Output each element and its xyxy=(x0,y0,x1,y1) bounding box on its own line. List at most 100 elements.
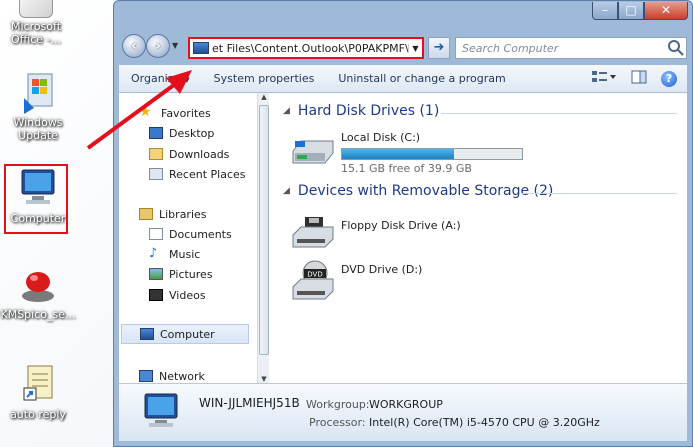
uninstall-program-button[interactable]: Uninstall or change a program xyxy=(326,72,517,85)
group-title: Devices with Removable Storage (2) xyxy=(297,183,554,199)
group-header-hard-disks[interactable]: ◢ Hard Disk Drives (1) xyxy=(283,103,439,119)
nav-label: Network xyxy=(159,369,205,383)
back-button[interactable]: ‹ xyxy=(122,34,146,58)
collapse-triangle-icon[interactable]: ◢ xyxy=(283,186,290,196)
desktop-icon-label: Office -... xyxy=(10,33,62,46)
workgroup-label: Workgroup: xyxy=(306,398,370,411)
go-arrow-icon: ➜ xyxy=(433,40,445,55)
title-bar[interactable]: – □ ✕ xyxy=(114,1,692,29)
content-pane: ◢ Hard Disk Drives (1) Local Disk (C:) 1… xyxy=(271,93,687,383)
nav-label: Recent Places xyxy=(169,167,246,181)
floppy-drive-icon xyxy=(291,215,335,249)
dvd-drive-icon: DVD xyxy=(291,259,335,300)
desktop-icon-auto-reply[interactable]: auto reply xyxy=(0,362,80,421)
nav-item-libraries[interactable]: Libraries xyxy=(139,204,207,224)
nav-label: Downloads xyxy=(169,147,230,161)
computer-explorer-window: – □ ✕ ‹ › ▼ et Files\Content.Outlook\P0P… xyxy=(113,0,693,447)
nav-item-videos[interactable]: Videos xyxy=(149,285,206,305)
nav-item-recent-places[interactable]: Recent Places xyxy=(149,164,246,184)
desktop-icon-label: auto reply xyxy=(10,408,66,421)
windows-update-icon xyxy=(16,70,60,114)
search-icon[interactable] xyxy=(666,38,686,58)
desktop-icon-microsoft-office[interactable]: Microsoft Office -... xyxy=(0,0,78,46)
go-button[interactable]: ➜ xyxy=(428,37,450,59)
address-path[interactable]: et Files\Content.Outlook\P0PAKPMF\ xyxy=(212,42,408,55)
drive-floppy[interactable]: Floppy Disk Drive (A:) xyxy=(291,215,461,249)
drive-dvd[interactable]: DVD DVD Drive (D:) xyxy=(291,259,423,300)
forward-arrow-icon: › xyxy=(155,38,161,54)
desktop-icon-label: Windows xyxy=(13,116,63,129)
nav-label: Videos xyxy=(169,288,206,302)
document-shortcut-icon xyxy=(16,362,60,406)
search-box[interactable]: Search Computer xyxy=(455,37,687,59)
change-view-icon[interactable] xyxy=(591,70,617,87)
navigation-row: ‹ › ▼ et Files\Content.Outlook\P0PAKPMF\… xyxy=(120,31,687,61)
hard-drive-icon xyxy=(291,137,335,171)
nav-item-computer[interactable]: Computer xyxy=(121,324,249,344)
workgroup-value: WORKGROUP xyxy=(369,398,443,411)
group-divider xyxy=(521,193,677,194)
desktop-folder-icon xyxy=(149,127,163,139)
maximize-button[interactable]: □ xyxy=(618,2,644,20)
group-title: Hard Disk Drives (1) xyxy=(297,103,440,119)
navigation-scrollbar[interactable]: ▲ ▼ xyxy=(257,93,269,383)
recent-pages-dropdown[interactable]: ▼ xyxy=(172,41,178,50)
nav-label: Documents xyxy=(169,227,232,241)
drive-name: Floppy Disk Drive (A:) xyxy=(341,219,461,232)
desktop-icon-label: Update xyxy=(18,129,58,142)
group-divider xyxy=(441,113,677,114)
drive-local-disk[interactable]: Local Disk (C:) 15.1 GB free of 39.9 GB xyxy=(291,127,523,175)
nav-label: Computer xyxy=(160,327,215,341)
scroll-down-icon[interactable]: ▼ xyxy=(259,375,269,383)
dvd-disc-label: DVD xyxy=(307,271,322,279)
nav-label: Music xyxy=(169,247,201,261)
drive-name: Local Disk (C:) xyxy=(341,131,421,144)
nav-item-documents[interactable]: Documents xyxy=(149,224,232,244)
address-dropdown-icon[interactable]: ▼ xyxy=(408,43,422,53)
nav-item-pictures[interactable]: Pictures xyxy=(149,264,213,284)
organize-menu[interactable]: Organize ▼ xyxy=(119,72,202,85)
group-header-removable[interactable]: ◢ Devices with Removable Storage (2) xyxy=(283,183,553,199)
navigation-pane: ★ Favorites Desktop Downloads Recent Pla… xyxy=(119,93,269,383)
minimize-button[interactable]: – xyxy=(592,2,618,20)
processor-value: Intel(R) Core(TM) i5-4570 CPU @ 3.20GHz xyxy=(369,416,600,429)
computer-icon xyxy=(140,328,154,340)
computer-name: WIN-JJLMIEHJ51B xyxy=(199,396,300,410)
kmspico-icon xyxy=(16,262,60,306)
scroll-thumb[interactable] xyxy=(259,105,269,355)
highlight-box-computer xyxy=(4,164,68,234)
address-bar[interactable]: et Files\Content.Outlook\P0PAKPMF\ ▼ xyxy=(188,37,424,59)
preview-pane-icon[interactable] xyxy=(631,70,647,87)
main-panes: ★ Favorites Desktop Downloads Recent Pla… xyxy=(119,93,687,383)
processor-label: Processor: xyxy=(309,416,366,429)
videos-icon xyxy=(149,289,163,301)
nav-item-desktop[interactable]: Desktop xyxy=(149,123,214,143)
computer-small-icon xyxy=(193,42,209,54)
disk-usage-bar xyxy=(341,148,523,160)
desktop-icon-label: Microsoft xyxy=(10,20,62,33)
desktop-icon-windows-update[interactable]: Windows Update xyxy=(0,70,80,142)
forward-button[interactable]: › xyxy=(146,34,170,58)
nav-label: Pictures xyxy=(169,267,213,281)
disk-usage-fill xyxy=(342,149,454,159)
desktop-icon-kmspico[interactable]: KMSpico_se... xyxy=(0,262,80,321)
drive-name: DVD Drive (D:) xyxy=(341,263,423,276)
command-bar: Organize ▼ System properties Uninstall or… xyxy=(119,65,687,93)
office-icon xyxy=(19,0,53,18)
libraries-icon xyxy=(139,208,153,220)
scroll-up-icon[interactable]: ▲ xyxy=(259,93,269,101)
nav-item-favorites[interactable]: ★ Favorites xyxy=(139,103,211,123)
chevron-down-icon: ▼ xyxy=(184,76,190,84)
details-pane: WIN-JJLMIEHJ51B Workgroup: WORKGROUP Pro… xyxy=(119,383,687,441)
system-properties-button[interactable]: System properties xyxy=(202,72,327,85)
collapse-triangle-icon[interactable]: ◢ xyxy=(283,106,290,116)
help-icon[interactable]: ? xyxy=(661,70,677,87)
documents-icon xyxy=(149,228,163,240)
close-button[interactable]: ✕ xyxy=(644,2,688,20)
nav-item-downloads[interactable]: Downloads xyxy=(149,144,229,164)
nav-item-music[interactable]: ♪ Music xyxy=(149,244,200,264)
search-placeholder: Search Computer xyxy=(462,41,559,55)
back-arrow-icon: ‹ xyxy=(131,38,137,54)
nav-label: Libraries xyxy=(159,207,207,221)
desktop-icon-label: KMSpico_se... xyxy=(0,308,76,321)
